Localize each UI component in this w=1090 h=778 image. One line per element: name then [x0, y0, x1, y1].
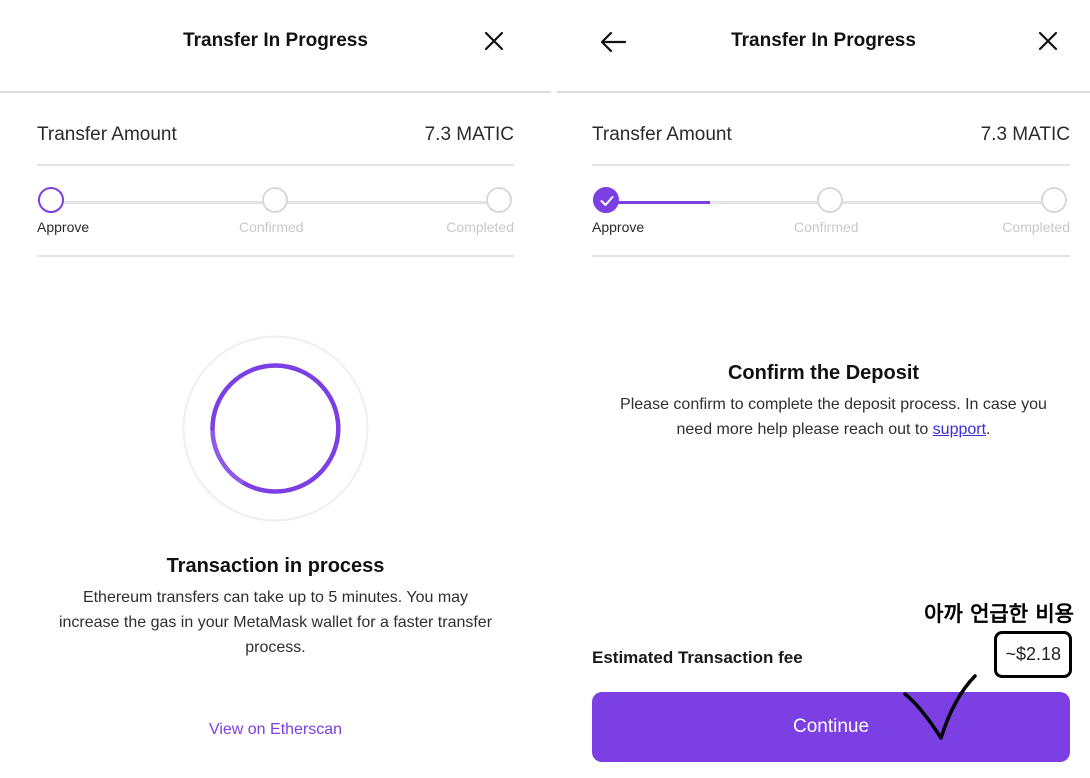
confirm-body-text: need more help please reach out to — [676, 421, 933, 438]
status-body-line: increase the gas in your MetaMask wallet… — [58, 614, 493, 631]
step-completed-label: Completed — [446, 219, 514, 235]
transfer-amount-label: Transfer Amount — [37, 124, 177, 145]
step-completed-dot — [1041, 187, 1067, 213]
confirm-body: Please confirm to complete the deposit p… — [577, 392, 1090, 442]
header: Transfer In Progress — [0, 0, 551, 93]
close-icon[interactable] — [1037, 30, 1059, 52]
confirm-body-line: need more help please reach out to suppo… — [577, 417, 1090, 442]
progress-stepper: Approve Confirmed Completed — [592, 165, 1070, 257]
step-confirmed-label: Confirmed — [794, 219, 859, 235]
status-body-line: process. — [245, 639, 306, 656]
checkmark-icon — [600, 196, 614, 206]
transfer-panel-left: Transfer In Progress Transfer Amount 7.3… — [0, 0, 551, 778]
handwritten-annotation: 아까 언급한 비용 — [924, 602, 1074, 626]
confirm-body-text: . — [986, 421, 991, 438]
status-body-line: Ethereum transfers can take up to 5 minu… — [82, 589, 469, 606]
confirm-body-line: Please confirm to complete the deposit p… — [620, 396, 1047, 413]
step-approve-dot — [38, 187, 64, 213]
transfer-amount-row: Transfer Amount 7.3 MATIC — [592, 118, 1070, 166]
transfer-amount-value: 7.3 MATIC — [980, 124, 1070, 145]
transfer-panel-right: Transfer In Progress Transfer Amount 7.3… — [557, 0, 1090, 778]
confirm-title: Confirm the Deposit — [727, 362, 920, 384]
estimated-fee-value: ~$2.18 — [994, 631, 1072, 678]
progress-stepper: Approve Confirmed Completed — [37, 165, 514, 257]
view-on-etherscan-link[interactable]: View on Etherscan — [0, 721, 551, 739]
transfer-amount-row: Transfer Amount 7.3 MATIC — [37, 118, 514, 166]
transfer-amount-label: Transfer Amount — [592, 124, 732, 145]
estimated-fee-label: Estimated Transaction fee — [592, 648, 803, 667]
step-confirmed-dot — [262, 187, 288, 213]
status-title: Transaction in process — [166, 555, 385, 577]
close-icon[interactable] — [483, 30, 505, 52]
header-title: Transfer In Progress — [183, 30, 368, 51]
step-approve-dot — [593, 187, 619, 213]
continue-button[interactable]: Continue — [592, 692, 1070, 762]
transfer-amount-value: 7.3 MATIC — [424, 124, 514, 145]
support-link[interactable]: support — [933, 421, 986, 438]
loading-spinner — [181, 334, 370, 523]
step-approve-label: Approve — [592, 219, 645, 235]
step-completed-dot — [486, 187, 512, 213]
handwritten-check-icon — [903, 674, 977, 740]
header: Transfer In Progress — [557, 0, 1090, 93]
step-confirmed-dot — [817, 187, 843, 213]
step-approve-label: Approve — [37, 219, 90, 235]
step-confirmed-label: Confirmed — [239, 219, 304, 235]
step-completed-label: Completed — [1002, 219, 1070, 235]
header-title: Transfer In Progress — [731, 30, 916, 51]
stepper-progress-fill — [606, 201, 710, 204]
status-body: Ethereum transfers can take up to 5 minu… — [20, 585, 531, 660]
